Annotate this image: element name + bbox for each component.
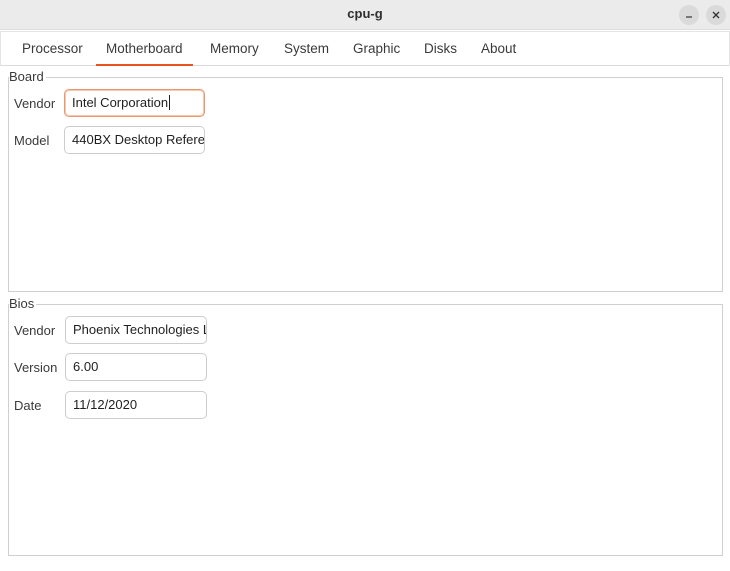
tab-graphic[interactable]: Graphic [353,31,400,66]
title-bar: cpu-g [0,0,730,30]
tab-bar: Processor Motherboard Memory System Grap… [0,31,730,66]
text-caret [169,95,171,110]
bios-vendor-label: Vendor [14,323,56,338]
board-frame-title: Board [9,69,46,84]
tab-motherboard[interactable]: Motherboard [96,31,193,66]
bios-date-label: Date [14,398,42,413]
board-vendor-value: Intel Corporation [72,95,169,110]
board-vendor-label: Vendor [14,96,56,111]
tab-processor[interactable]: Processor [22,31,83,66]
board-model-field[interactable]: 440BX Desktop Refere [64,126,205,154]
tab-about[interactable]: About [481,31,516,66]
close-icon [712,11,720,19]
window-title: cpu-g [347,6,383,21]
bios-date-field[interactable]: 11/12/2020 [65,391,207,419]
tab-system[interactable]: System [284,31,329,66]
board-model-label: Model [14,133,50,148]
bios-frame-title: Bios [9,296,37,311]
minimize-icon [686,16,692,18]
tab-disks[interactable]: Disks [424,31,457,66]
tab-memory[interactable]: Memory [210,31,259,66]
bios-version-field[interactable]: 6.00 [65,353,207,381]
close-button[interactable] [706,5,726,25]
board-vendor-field[interactable]: Intel Corporation [64,89,205,117]
bios-version-label: Version [14,360,58,375]
minimize-button[interactable] [679,5,699,25]
bios-vendor-field[interactable]: Phoenix Technologies L [65,316,207,344]
